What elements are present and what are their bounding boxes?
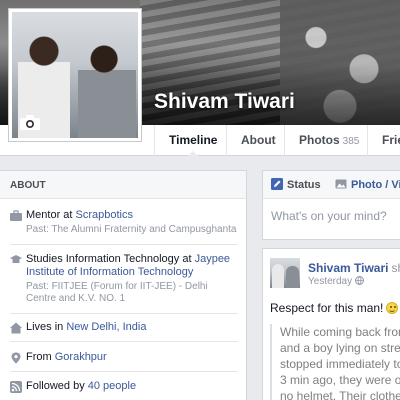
post-avatar-person-left xyxy=(272,264,284,288)
about-item-link[interactable]: New Delhi, India xyxy=(66,321,146,333)
post-author-avatar[interactable] xyxy=(270,258,300,288)
pencil-icon xyxy=(271,173,283,190)
about-item-prefix: Lives in xyxy=(26,321,67,333)
composer-tab-label: Photo / Video xyxy=(351,179,400,191)
post-time-label: Yesterday xyxy=(308,276,353,287)
briefcase-icon xyxy=(10,210,22,222)
status-composer: Status Photo / Video What's on your mind… xyxy=(262,170,400,240)
about-divider xyxy=(10,313,238,314)
profile-photo-person-right xyxy=(78,44,136,138)
smiley-emoji-icon xyxy=(386,302,399,314)
quote-line: 3 min ago, they were on bik xyxy=(280,373,400,387)
tab-photos[interactable]: Photos 385 xyxy=(284,125,373,156)
photo-icon xyxy=(335,173,347,189)
tab-timeline[interactable]: Timeline xyxy=(154,125,231,157)
profile-name[interactable]: Shivam Tiwari xyxy=(154,90,295,114)
tab-label: Frie xyxy=(382,133,400,147)
about-item-followers: Followed by 40 people xyxy=(10,380,238,393)
about-item-education: Studies Information Technology at Jaypee… xyxy=(10,253,238,305)
globe-icon xyxy=(355,276,365,285)
post-timestamp[interactable]: Yesterday xyxy=(308,276,365,287)
about-item-prefix: From xyxy=(26,351,55,363)
quote-line: and a boy lying on street, t xyxy=(280,341,400,355)
home-icon xyxy=(10,322,22,334)
location-pin-icon xyxy=(10,352,22,364)
about-item-lives: Lives in New Delhi, India xyxy=(10,321,238,334)
tab-friends[interactable]: Frie xyxy=(367,125,400,156)
tab-label: Timeline xyxy=(169,133,218,147)
composer-tabs: Status Photo / Video xyxy=(263,171,400,199)
tab-about[interactable]: About xyxy=(226,125,290,156)
post-author-name[interactable]: Shivam Tiwarisha xyxy=(308,261,400,275)
composer-tab-status[interactable]: Status xyxy=(271,171,321,199)
about-item-sub: Past: The Alumni Fraternity and Campusgh… xyxy=(26,224,237,235)
about-header: ABOUT xyxy=(0,171,246,199)
post-text: Respect for this man! xyxy=(270,301,399,315)
about-item-prefix: Followed by xyxy=(26,380,88,392)
quote-line: While coming back from De xyxy=(280,325,400,339)
about-item-link[interactable]: Scrapbotics xyxy=(76,209,133,221)
about-item-link[interactable]: Gorakhpur xyxy=(55,351,107,363)
about-item-work: Mentor at Scrapbotics Past: The Alumni F… xyxy=(10,209,238,236)
composer-tab-label: Status xyxy=(287,179,321,191)
post-avatar-person-right xyxy=(286,266,299,288)
profile-picture-image xyxy=(12,12,138,138)
timeline-post: Shivam Tiwarisha Yesterday Respect for t… xyxy=(262,248,400,400)
post-author-link[interactable]: Shivam Tiwari xyxy=(308,261,388,275)
camera-icon[interactable] xyxy=(20,115,40,130)
post-text-content: Respect for this man! xyxy=(270,301,384,315)
tab-label: About xyxy=(241,133,276,147)
graduation-cap-icon xyxy=(10,254,22,266)
about-item-sub: Past: FIITJEE (Forum for IIT-JEE) - Delh… xyxy=(26,281,208,304)
shared-post-quote[interactable]: While coming back from De and a boy lyin… xyxy=(270,324,400,400)
photos-count: 385 xyxy=(342,136,360,147)
rss-icon xyxy=(10,381,22,393)
about-item-link[interactable]: 40 people xyxy=(88,380,136,392)
about-item-prefix: Studies Information Technology at xyxy=(26,253,195,265)
about-divider xyxy=(10,244,238,245)
composer-input[interactable]: What's on your mind? xyxy=(271,209,387,223)
quote-line: stopped immediately to take xyxy=(280,357,400,371)
about-item-prefix: Mentor at xyxy=(26,209,76,221)
about-divider xyxy=(10,341,238,342)
about-item-from: From Gorakhpur xyxy=(10,351,238,364)
post-action-verb: sha xyxy=(391,261,400,275)
quote-line: no helmet. Their clothes we xyxy=(280,389,400,400)
tab-label: Photos xyxy=(299,133,340,147)
about-card: ABOUT Mentor at Scrapbotics Past: The Al… xyxy=(0,170,247,400)
composer-tab-photo[interactable]: Photo / Video xyxy=(335,171,400,199)
about-divider xyxy=(10,371,238,372)
profile-picture[interactable] xyxy=(8,8,142,142)
